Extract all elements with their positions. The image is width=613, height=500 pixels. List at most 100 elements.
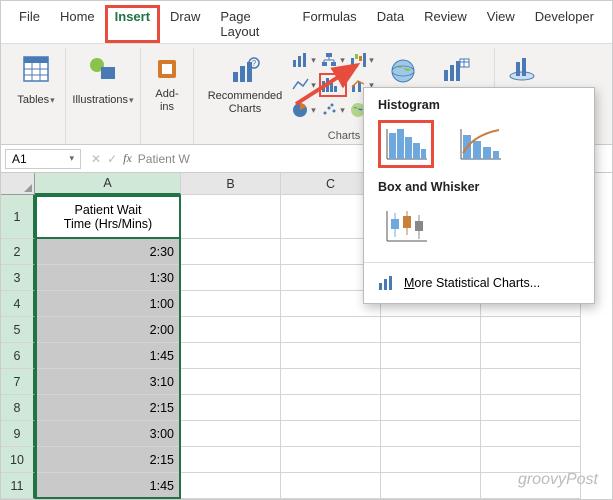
cell[interactable]: [281, 447, 381, 473]
cell[interactable]: [181, 473, 281, 499]
hierarchy-chart-button[interactable]: ▾: [319, 48, 347, 72]
cell[interactable]: [35, 195, 181, 239]
cell[interactable]: [281, 369, 381, 395]
cell[interactable]: [481, 369, 581, 395]
cell[interactable]: [481, 421, 581, 447]
boxwhisker-option[interactable]: [378, 202, 434, 250]
more-statistical-charts[interactable]: More Statistical Charts...: [378, 269, 580, 297]
waterfall-chart-button[interactable]: ▾: [348, 48, 376, 72]
tab-formulas[interactable]: Formulas: [293, 5, 367, 43]
cell[interactable]: 2:00: [35, 317, 181, 343]
select-all-button[interactable]: [1, 173, 35, 195]
group-illustrations: Illustrations ▾: [66, 48, 141, 144]
cell[interactable]: [381, 343, 481, 369]
cell[interactable]: 2:15: [35, 395, 181, 421]
row-header[interactable]: 1: [1, 195, 35, 239]
cell[interactable]: [281, 395, 381, 421]
more-charts-label: ore Statistical Charts...: [414, 276, 540, 290]
more-charts-mnemonic: M: [404, 276, 414, 290]
cell[interactable]: [181, 317, 281, 343]
scatter-chart-button[interactable]: ▾: [319, 98, 347, 122]
cell[interactable]: [181, 421, 281, 447]
ribbon-tabs: File Home Insert Draw Page Layout Formul…: [1, 1, 612, 43]
cell[interactable]: 1:45: [35, 343, 181, 369]
cell[interactable]: [181, 239, 281, 265]
tables-button[interactable]: Tables ▾: [13, 48, 59, 118]
cell[interactable]: [381, 369, 481, 395]
tab-page-layout[interactable]: Page Layout: [210, 5, 292, 43]
cancel-icon[interactable]: ✕: [91, 152, 101, 166]
pie-chart-button[interactable]: ▾: [290, 98, 318, 122]
cell[interactable]: [381, 447, 481, 473]
row-header[interactable]: 6: [1, 343, 35, 369]
name-box-value: A1: [12, 152, 27, 166]
cell[interactable]: [181, 265, 281, 291]
tab-developer[interactable]: Developer: [525, 5, 604, 43]
row-header[interactable]: 11: [1, 473, 35, 499]
charts-group-label: Charts: [328, 130, 360, 144]
pareto-option[interactable]: [452, 120, 508, 168]
tab-review[interactable]: Review: [414, 5, 477, 43]
chevron-down-icon: ▾: [50, 96, 55, 106]
cell[interactable]: 1:30: [35, 265, 181, 291]
cell[interactable]: [181, 195, 281, 239]
table-icon: [20, 53, 52, 85]
histogram-option[interactable]: [378, 120, 434, 168]
row-header[interactable]: 9: [1, 421, 35, 447]
row-header[interactable]: 3: [1, 265, 35, 291]
tab-data[interactable]: Data: [367, 5, 414, 43]
row-header[interactable]: 8: [1, 395, 35, 421]
cell[interactable]: 2:30: [35, 239, 181, 265]
cell[interactable]: [181, 291, 281, 317]
chevron-down-icon: ▾: [69, 153, 74, 164]
cell[interactable]: [381, 473, 481, 499]
cell[interactable]: [381, 317, 481, 343]
recommended-charts-button[interactable]: ? Recommended Charts: [202, 50, 288, 120]
cell[interactable]: [481, 395, 581, 421]
cell[interactable]: 3:00: [35, 421, 181, 447]
row-header[interactable]: 5: [1, 317, 35, 343]
illustrations-label: Illustrations: [72, 94, 128, 106]
cell[interactable]: [381, 421, 481, 447]
cell[interactable]: 1:00: [35, 291, 181, 317]
addins-button[interactable]: Add- ins: [147, 48, 187, 118]
row-header[interactable]: 7: [1, 369, 35, 395]
column-chart-button[interactable]: ▾: [290, 48, 318, 72]
fx-icon[interactable]: fx: [123, 151, 132, 166]
tab-file[interactable]: File: [9, 5, 50, 43]
cell[interactable]: [481, 447, 581, 473]
cell[interactable]: 2:15: [35, 447, 181, 473]
addins-label: Add- ins: [155, 88, 178, 114]
globe-icon: [387, 55, 419, 87]
rec-charts-label: Recommended Charts: [208, 90, 283, 116]
cell[interactable]: 1:45: [35, 473, 181, 499]
row-header[interactable]: 10: [1, 447, 35, 473]
watermark: groovyPost: [518, 471, 598, 489]
group-tables: Tables ▾: [7, 48, 66, 144]
row-header[interactable]: 4: [1, 291, 35, 317]
cell[interactable]: [281, 317, 381, 343]
tab-home[interactable]: Home: [50, 5, 105, 43]
col-header-a[interactable]: A: [35, 173, 181, 195]
cell[interactable]: [281, 473, 381, 499]
cell[interactable]: [381, 395, 481, 421]
cell[interactable]: [181, 343, 281, 369]
tab-insert[interactable]: Insert: [105, 5, 160, 43]
enter-icon[interactable]: ✓: [107, 152, 117, 166]
cell[interactable]: [281, 421, 381, 447]
tab-view[interactable]: View: [477, 5, 525, 43]
cell[interactable]: [481, 343, 581, 369]
tab-draw[interactable]: Draw: [160, 5, 210, 43]
cell[interactable]: [181, 369, 281, 395]
line-chart-button[interactable]: ▾: [290, 73, 318, 97]
cell[interactable]: 3:10: [35, 369, 181, 395]
cell[interactable]: [281, 343, 381, 369]
name-box[interactable]: A1 ▾: [5, 149, 81, 169]
cell[interactable]: [181, 395, 281, 421]
col-header-b[interactable]: B: [181, 173, 281, 195]
row-header[interactable]: 2: [1, 239, 35, 265]
cell[interactable]: [181, 447, 281, 473]
statistical-chart-button[interactable]: ▾: [319, 73, 347, 97]
cell[interactable]: [481, 317, 581, 343]
illustrations-button[interactable]: Illustrations ▾: [72, 48, 134, 118]
